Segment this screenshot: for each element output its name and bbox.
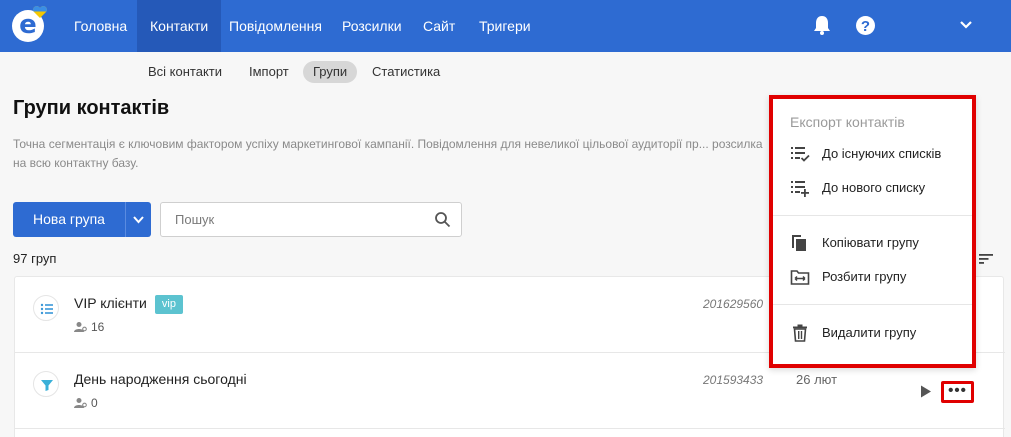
search-input[interactable] — [162, 204, 422, 235]
nav-item-messages[interactable]: Повідомлення — [216, 0, 335, 52]
group-date: 26 лют — [796, 372, 838, 387]
top-navbar: e Головна Контакти Повідомлення Розсилки… — [0, 0, 1011, 52]
user-search-icon — [74, 398, 87, 408]
more-actions-button[interactable]: ••• — [941, 381, 974, 403]
split-icon — [790, 270, 810, 285]
member-count-value: 16 — [91, 320, 105, 334]
new-group-button[interactable]: Нова група — [13, 202, 151, 237]
logo[interactable]: e — [12, 6, 47, 42]
subnav-groups[interactable]: Групи — [303, 61, 358, 83]
group-name-text: День народження сьогодні — [74, 371, 247, 387]
member-count-value: 0 — [91, 396, 98, 410]
vip-badge: vip — [154, 295, 183, 314]
menu-item-split-group[interactable]: Розбити групу — [773, 262, 972, 292]
nav-item-site[interactable]: Сайт — [410, 0, 468, 52]
group-id: 201629560 — [703, 297, 764, 311]
menu-item-label: Розбити групу — [822, 269, 907, 284]
group-name[interactable]: День народження сьогодні — [74, 371, 247, 387]
play-icon[interactable] — [920, 385, 932, 398]
search-icon[interactable] — [434, 211, 451, 228]
menu-item-label: До існуючих списків — [822, 146, 942, 161]
menu-item-label: Видалити групу — [822, 325, 917, 340]
page-title: Групи контактів — [13, 97, 170, 119]
menu-item-copy-group[interactable]: Копіювати групу — [773, 228, 972, 258]
nav-item-triggers[interactable]: Тригери — [466, 0, 544, 52]
subnav-import[interactable]: Імпорт — [239, 61, 299, 83]
group-id: 201593433 — [703, 373, 764, 387]
list-add-icon — [791, 181, 809, 197]
new-group-dropdown-button[interactable] — [126, 202, 151, 237]
nav-item-home[interactable]: Головна — [61, 0, 140, 52]
page-description: Точна сегментація є ключовим фактором ус… — [13, 137, 763, 170]
search-box — [160, 202, 462, 237]
menu-header-export: Експорт контактів — [790, 114, 905, 130]
menu-item-label: До нового списку — [822, 180, 926, 195]
menu-divider — [773, 215, 972, 216]
menu-divider — [773, 304, 972, 305]
menu-item-export-new[interactable]: До нового списку — [773, 173, 972, 203]
member-count: 0 — [74, 396, 98, 410]
chevron-down-icon[interactable] — [958, 17, 974, 33]
group-name[interactable]: VIP клієнти vip — [74, 295, 183, 314]
nav-item-contacts[interactable]: Контакти — [137, 0, 222, 52]
menu-item-export-existing[interactable]: До існуючих списків — [773, 139, 972, 169]
trash-icon — [793, 324, 807, 342]
help-icon[interactable]: ? — [856, 16, 875, 35]
nav-item-campaigns[interactable]: Розсилки — [329, 0, 415, 52]
chevron-down-icon — [133, 216, 144, 224]
list-check-icon — [791, 147, 810, 162]
user-search-icon — [74, 322, 87, 332]
member-count: 16 — [74, 320, 104, 334]
list-icon — [33, 295, 59, 321]
sort-icon[interactable] — [978, 252, 994, 266]
new-group-label: Нова група — [33, 211, 105, 227]
filter-icon — [33, 371, 59, 397]
subnav-statistics[interactable]: Статистика — [362, 61, 450, 83]
copy-icon — [792, 235, 806, 251]
menu-item-label: Копіювати групу — [822, 235, 919, 250]
group-name-text: VIP клієнти — [74, 295, 147, 311]
group-count: 97 груп — [13, 251, 57, 266]
menu-item-delete-group[interactable]: Видалити групу — [773, 318, 972, 348]
group-actions-menu: Експорт контактів До існуючих списків До… — [769, 95, 976, 368]
bell-icon[interactable] — [811, 14, 833, 36]
heart-flag-icon — [33, 6, 47, 18]
subnav-all-contacts[interactable]: Всі контакти — [138, 61, 232, 83]
